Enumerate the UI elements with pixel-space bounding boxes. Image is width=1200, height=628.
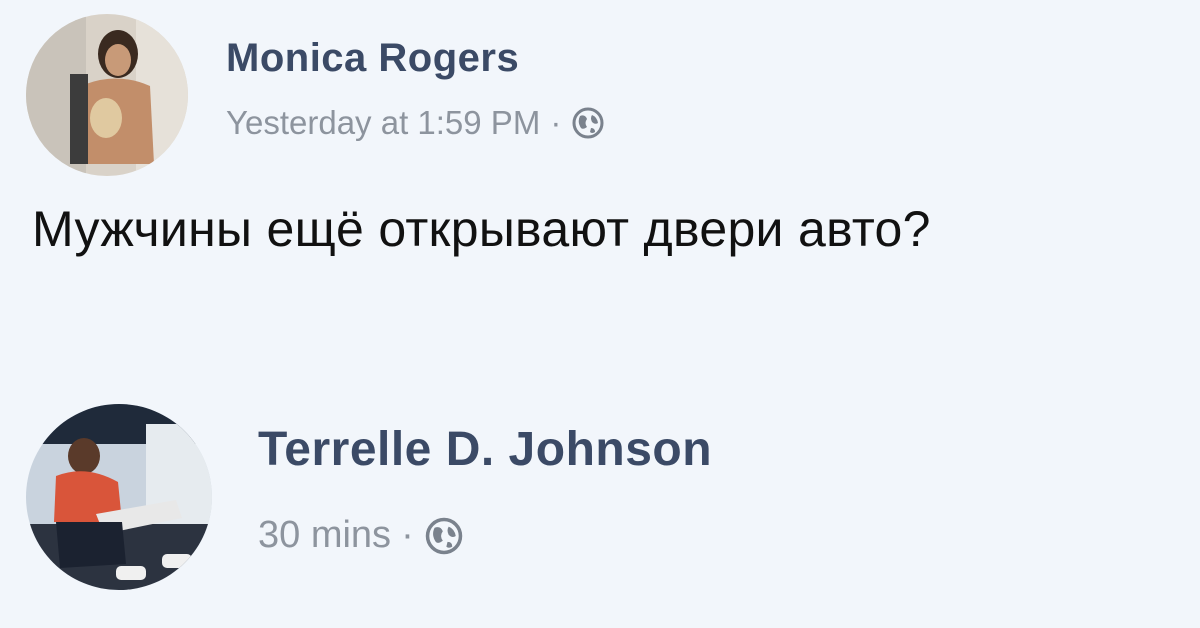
globe-icon[interactable] (424, 516, 464, 556)
meta-separator: · (401, 514, 414, 556)
author-name[interactable]: Monica Rogers (226, 36, 519, 81)
globe-icon[interactable] (571, 106, 605, 140)
avatar-terrelle-d-johnson[interactable] (26, 404, 212, 590)
comment-meta: 30 mins · (258, 514, 464, 557)
meta-separator: · (550, 104, 562, 141)
comment-timestamp[interactable]: 30 mins (258, 514, 391, 557)
avatar-monica-rogers[interactable] (26, 14, 188, 176)
post-meta: Yesterday at 1:59 PM · (226, 104, 605, 142)
facebook-post: Monica Rogers Yesterday at 1:59 PM · Муж… (0, 0, 1200, 628)
post-timestamp[interactable]: Yesterday at 1:59 PM (226, 104, 540, 142)
post-body-text: Мужчины ещё открывают двери авто? (32, 201, 931, 257)
comment-author-name[interactable]: Terrelle D. Johnson (258, 422, 712, 477)
